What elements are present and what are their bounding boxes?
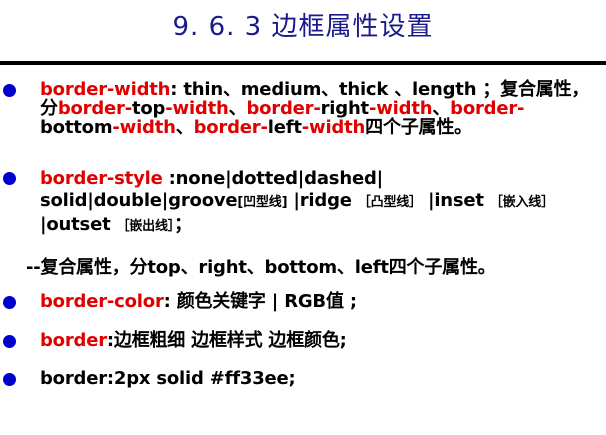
keyword-segment: border- — [193, 117, 268, 138]
item-text: border:边框粗细 边框样式 边框颜色; — [40, 331, 596, 350]
text-segment: |ridge — [287, 190, 358, 211]
text-segment: left — [267, 117, 302, 138]
text-segment: right — [320, 98, 370, 119]
keyword-segment: border-width — [40, 79, 171, 100]
text-segment: ［凸型线］ — [357, 195, 422, 210]
text-segment: ［嵌入线］ — [489, 195, 554, 210]
text-segment: 、 — [432, 98, 451, 119]
bullet-dot-icon — [3, 373, 16, 386]
item-text: border-color: 颜色关键字 | RGB值 ; — [40, 292, 596, 311]
text-segment: top — [131, 98, 166, 119]
text-segment: 、 — [228, 98, 247, 119]
keyword-segment: border-style — [40, 168, 163, 189]
text-segment: |outset — [40, 214, 117, 235]
keyword-segment: -width — [368, 98, 433, 119]
bullet-dot-icon — [3, 172, 16, 185]
keyword-segment: -width — [112, 117, 176, 138]
text-segment: ； — [174, 214, 192, 235]
keyword-segment: border- — [246, 98, 321, 119]
keyword-segment: -width — [165, 98, 229, 119]
text-segment: ［嵌出线］ — [116, 219, 175, 234]
item-text: border:2px solid #ff33ee; — [40, 369, 596, 388]
bullet-dot-icon — [3, 335, 16, 348]
keyword-segment: border- — [450, 98, 525, 119]
keyword-segment: border-color — [40, 291, 164, 312]
text-segment: : 颜色关键字 | RGB值 ; — [163, 291, 357, 312]
text-segment: 、 — [175, 117, 194, 138]
text-segment: border:2px solid #ff33ee; — [40, 368, 296, 389]
text-segment: bottom — [40, 117, 113, 138]
keyword-segment: border — [40, 330, 107, 351]
text-segment: [凹型线] — [237, 195, 288, 210]
bullet-dot-icon — [3, 296, 16, 309]
text-segment: 四个子属性。 — [365, 117, 472, 138]
keyword-segment: border- — [57, 98, 132, 119]
composite-note: --复合属性，分top、right、bottom、left四个子属性。 — [26, 253, 496, 279]
bullet-dot-icon — [3, 84, 16, 97]
keyword-segment: -width — [301, 117, 366, 138]
title-divider — [0, 61, 606, 65]
page-title: 9. 6. 3 边框属性设置 — [172, 12, 434, 42]
item-text: border-width: thin、medium、thick 、length … — [40, 80, 596, 137]
text-segment: --复合属性，分top、right、bottom、left四个子属性。 — [26, 257, 496, 278]
text-segment: |inset — [421, 190, 490, 211]
text-segment: :边框粗细 边框样式 边框颜色; — [106, 330, 347, 351]
item-text: border-style :none|dotted|dashed| solid|… — [40, 168, 596, 238]
